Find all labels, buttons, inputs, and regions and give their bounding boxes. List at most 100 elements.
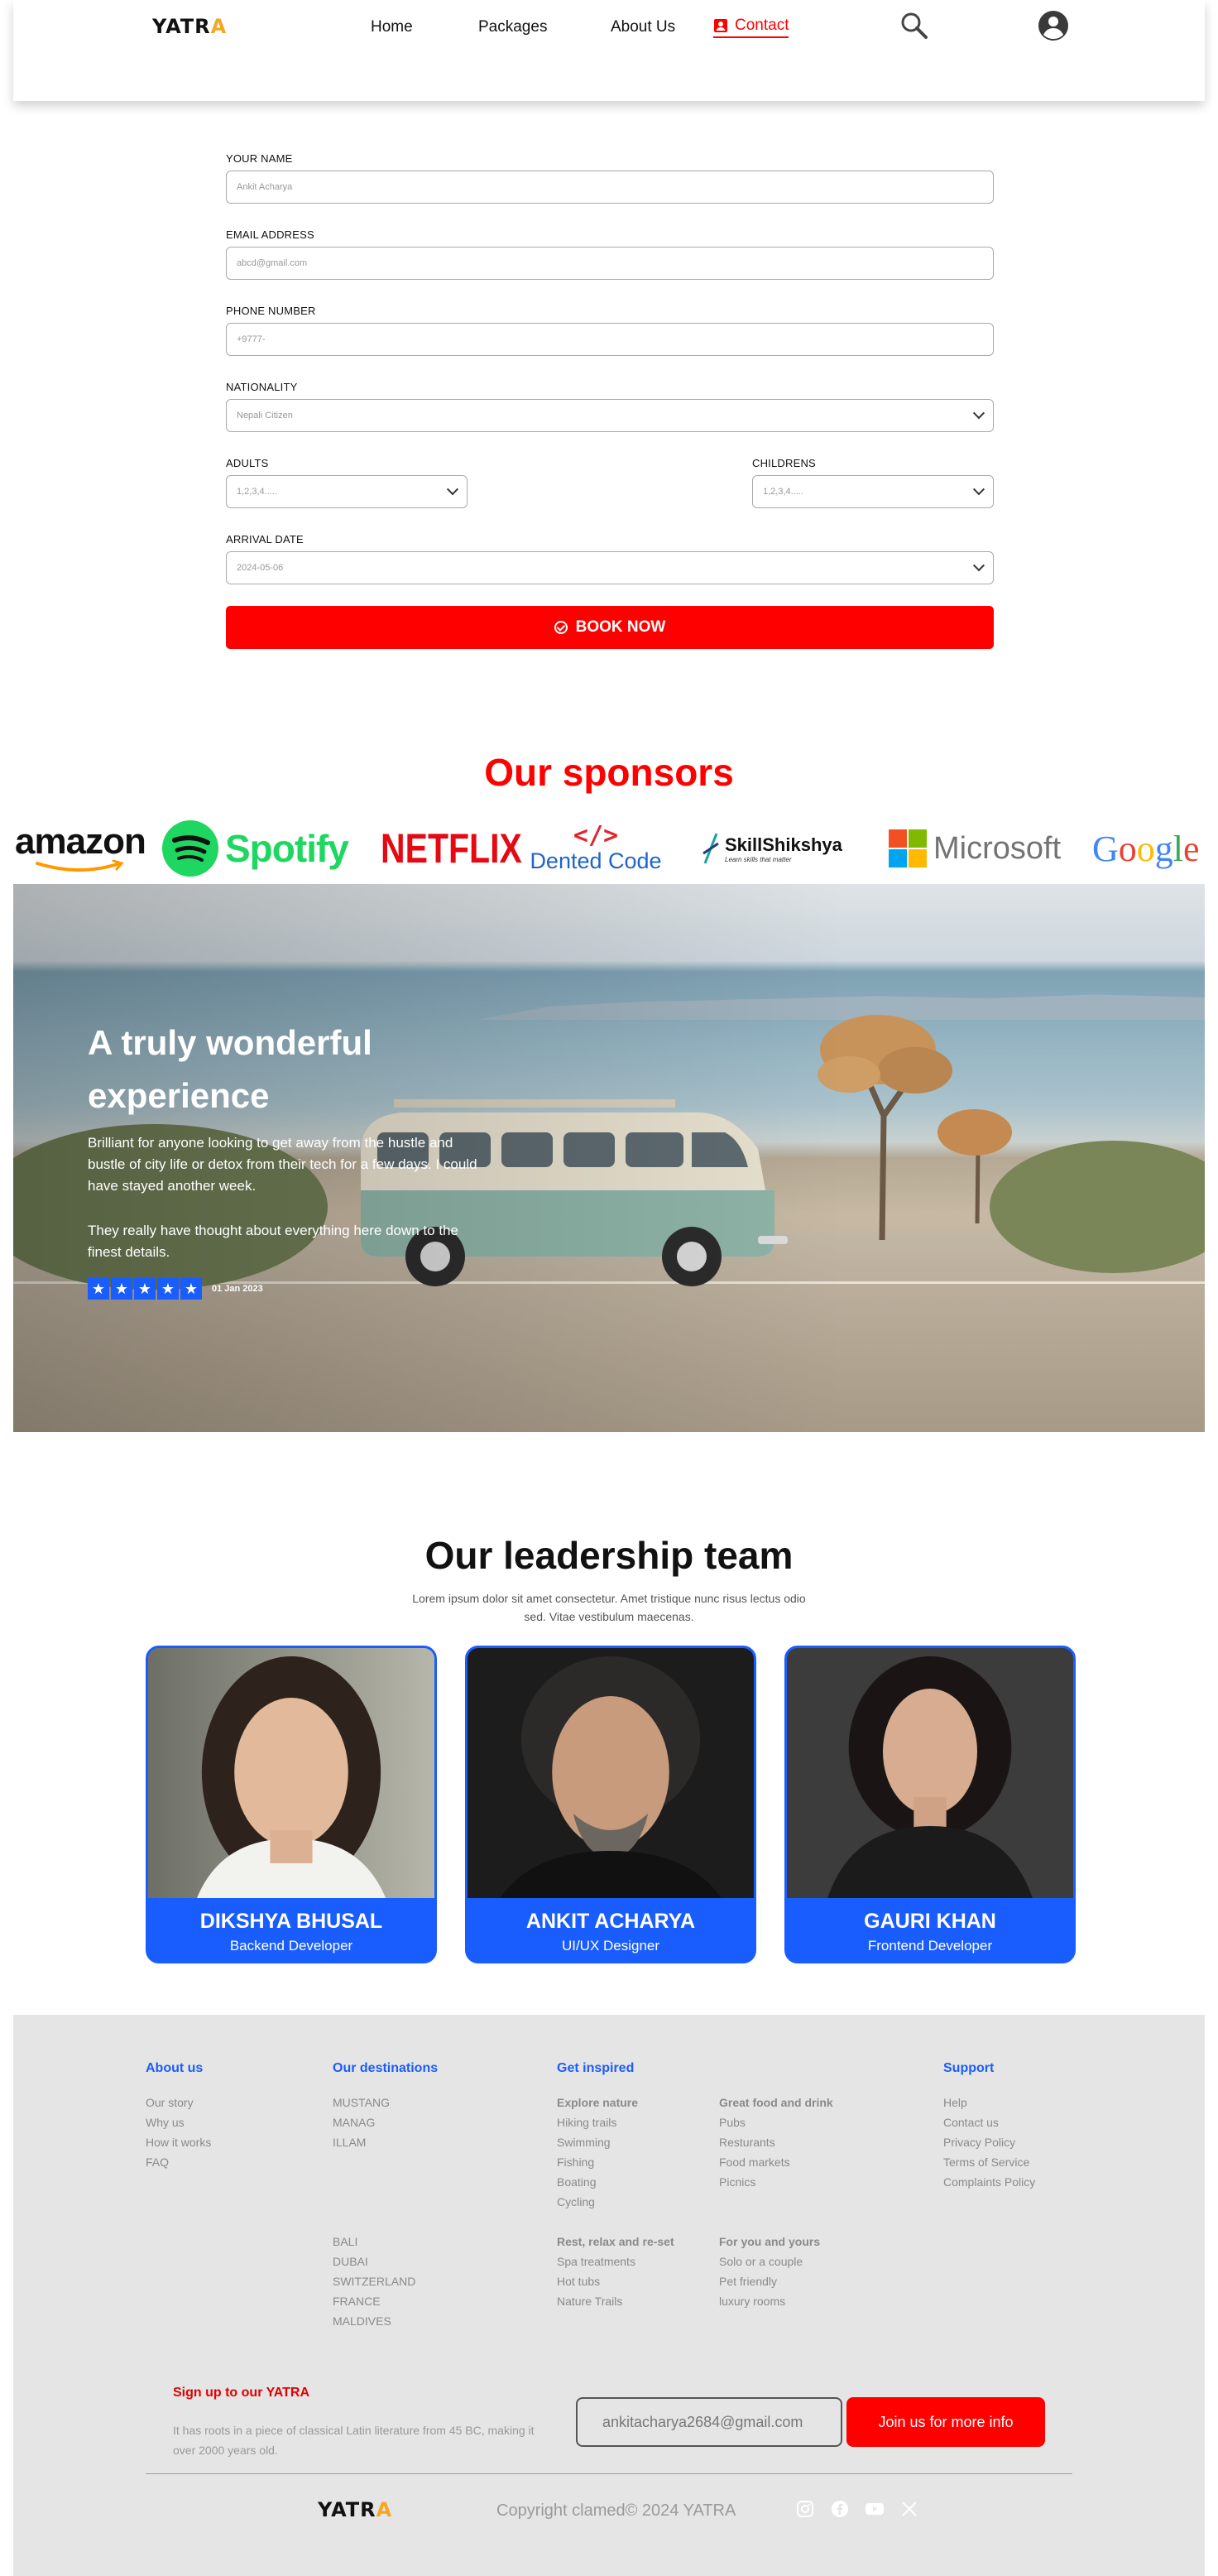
nav-packages[interactable]: Packages (478, 18, 547, 36)
phone-label: PHONE NUMBER (226, 305, 316, 317)
footer-link[interactable]: Help (943, 2093, 1035, 2112)
nationality-value: Nepali Citizen (237, 411, 293, 421)
name-label: YOUR NAME (226, 152, 293, 165)
testimonial-hero: A truly wonderful experience Brilliant f… (13, 884, 1205, 1432)
logo[interactable]: YATRA (152, 15, 227, 38)
footer-link[interactable]: Cycling (557, 2192, 616, 2212)
member-photo (148, 1648, 434, 1898)
youtube-icon[interactable] (864, 2498, 885, 2520)
signup-heading: Sign up to our YATRA (173, 2386, 310, 2400)
children-select[interactable]: 1,2,3,4..... (752, 475, 994, 508)
amazon-wordmark: amazon (15, 821, 146, 862)
email-label: EMAIL ADDRESS (226, 228, 314, 241)
star-icon: ★ (157, 1278, 179, 1300)
footer-link[interactable]: FAQ (146, 2152, 211, 2172)
nav-about-us[interactable]: About Us (611, 18, 675, 36)
footer-link[interactable]: Swimming (557, 2132, 616, 2152)
signup-text: It has roots in a piece of classical Lat… (173, 2424, 535, 2457)
footer-link[interactable]: Why us (146, 2112, 211, 2132)
top-navbar: YATRA Home Packages About Us Contact (13, 0, 1205, 101)
member-photo (468, 1648, 754, 1898)
footer-link[interactable]: Complaints Policy (943, 2172, 1035, 2192)
facebook-icon[interactable] (829, 2498, 851, 2520)
footer-link[interactable]: Boating (557, 2172, 616, 2192)
chevron-down-icon (972, 483, 985, 496)
footer-support-heading: Support (943, 2061, 995, 2075)
email-input[interactable]: abcd@gmail.com (226, 247, 994, 280)
adults-label: ADULTS (226, 457, 269, 469)
footer-inspired-heading: Get inspired (557, 2061, 635, 2075)
star-icon: ★ (180, 1278, 202, 1300)
newsletter-email-input[interactable]: ankitacharya2684@gmail.com (576, 2397, 842, 2447)
team-card[interactable]: GAURI KHAN Frontend Developer (784, 1646, 1076, 1963)
footer-link[interactable]: Pet friendly (719, 2271, 803, 2291)
footer-link[interactable]: FRANCE (333, 2291, 415, 2311)
footer-link[interactable]: SWITZERLAND (333, 2271, 415, 2291)
member-name: DIKSHYA BHUSAL (199, 1910, 383, 1933)
footer-support-list: Help Contact us Privacy Policy Terms of … (943, 2093, 1035, 2192)
footer-link[interactable]: Spa treatments (557, 2252, 635, 2271)
amazon-smile-icon (35, 860, 124, 872)
skillshikshya-icon (703, 833, 719, 864)
footer-link[interactable]: Food markets (719, 2152, 790, 2172)
team-card[interactable]: ANKIT ACHARYA UI/UX Designer (465, 1646, 756, 1963)
star-icon: ★ (111, 1278, 132, 1300)
footer-link[interactable]: Resturants (719, 2132, 790, 2152)
footer-link[interactable]: MANAG (333, 2112, 390, 2132)
footer: About us Our story Why us How it works F… (13, 2015, 1205, 2576)
footer-link[interactable]: Pubs (719, 2112, 790, 2132)
footer-link[interactable]: Nature Trails (557, 2291, 635, 2311)
google-letter: o (1118, 828, 1137, 869)
testimonial-paragraph-2: They really have thought about everythin… (88, 1223, 458, 1260)
nationality-select[interactable]: Nepali Citizen (226, 399, 994, 432)
footer-link[interactable]: Privacy Policy (943, 2132, 1035, 2152)
testimonial-title: A truly wonderful experience (88, 1023, 372, 1115)
footer-link[interactable]: Picnics (719, 2172, 790, 2192)
arrival-label: ARRIVAL DATE (226, 533, 304, 545)
chevron-down-icon (972, 407, 985, 420)
skillshikshya-wordmark: SkillShikshya (725, 834, 842, 855)
footer-link[interactable]: DUBAI (333, 2252, 415, 2271)
phone-input[interactable]: +9777- (226, 323, 994, 356)
nav-home[interactable]: Home (371, 18, 413, 36)
footer-link[interactable]: How it works (146, 2132, 211, 2152)
footer-link[interactable]: luxury rooms (719, 2291, 803, 2311)
footer-subheading: Explore nature (557, 2096, 639, 2109)
footer-link[interactable]: MALDIVES (333, 2311, 415, 2331)
footer-link[interactable]: Our story (146, 2093, 211, 2112)
dented-code-logo: </> Dented Code (523, 819, 669, 877)
footer-logo[interactable]: YATRA (318, 2498, 392, 2521)
microsoft-icon (889, 829, 927, 867)
footer-link[interactable]: Terms of Service (943, 2152, 1035, 2172)
adults-select[interactable]: 1,2,3,4..... (226, 475, 468, 508)
skillshikshya-text: SkillShikshya Learn skills that matter (725, 834, 842, 863)
children-label: CHILDRENS (752, 457, 816, 469)
star-icon: ★ (88, 1278, 109, 1300)
name-input[interactable]: Ankit Acharya (226, 171, 994, 204)
team-card[interactable]: DIKSHYA BHUSAL Backend Developer (146, 1646, 437, 1963)
footer-link[interactable]: BALI (333, 2232, 415, 2252)
amazon-logo: amazon (15, 819, 146, 877)
skillshikshya-logo: SkillShikshya Learn skills that matter (702, 819, 842, 877)
google-letter: e (1183, 828, 1200, 869)
book-now-button[interactable]: BOOK NOW (226, 606, 994, 649)
search-icon[interactable] (900, 12, 928, 40)
user-account-icon[interactable] (1038, 10, 1069, 41)
footer-about-list: Our story Why us How it works FAQ (146, 2093, 211, 2172)
footer-link[interactable]: MUSTANG (333, 2093, 390, 2112)
footer-link[interactable]: Contact us (943, 2112, 1035, 2132)
member-role: UI/UX Designer (561, 1938, 660, 1954)
footer-link[interactable]: Fishing (557, 2152, 616, 2172)
footer-link[interactable]: ILLAM (333, 2132, 390, 2152)
dented-code-mark: </> (573, 821, 619, 850)
arrival-date-select[interactable]: 2024-05-06 (226, 551, 994, 584)
footer-link[interactable]: Solo or a couple (719, 2252, 803, 2271)
footer-link[interactable]: Hiking trails (557, 2112, 616, 2132)
nav-contact[interactable]: Contact (713, 17, 789, 38)
instagram-icon[interactable] (794, 2498, 816, 2520)
join-button[interactable]: Join us for more info (846, 2397, 1045, 2447)
x-twitter-icon[interactable] (899, 2498, 920, 2520)
contact-book-icon (714, 19, 727, 32)
footer-destinations-heading: Our destinations (333, 2061, 439, 2075)
footer-link[interactable]: Hot tubs (557, 2271, 635, 2291)
